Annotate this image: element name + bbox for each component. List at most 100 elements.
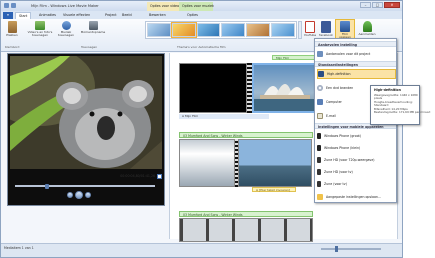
menu-item-label: Zune HD (voor 720p-weergave) <box>324 158 375 162</box>
phone-icon <box>317 133 321 139</box>
film-save-icon <box>340 21 350 32</box>
snapshot-label: Momentopname <box>80 30 106 34</box>
tab-project[interactable]: Project <box>105 12 117 19</box>
theme-thumbnail[interactable] <box>271 23 295 37</box>
menu-section-standard: Standaardinstellingen <box>315 61 396 67</box>
menu-item-label: Windows Phone (klein) <box>324 146 361 150</box>
caption-clip-placeholder[interactable]: A [Hier tekst invoeren] <box>252 187 296 192</box>
menu-item-label: Aangepaste instellingen opslaan... <box>326 195 381 199</box>
menu-item-label: Zune (voor tv) <box>324 182 347 186</box>
menu-item-label: High-definition <box>327 72 351 76</box>
youtube-icon <box>305 21 315 33</box>
video-preview-monitor[interactable] <box>7 53 165 206</box>
undo-quick-icon[interactable] <box>11 3 16 8</box>
context-tab-video-options[interactable]: Opties voor video <box>147 2 179 11</box>
theme-thumbnail[interactable] <box>221 23 246 37</box>
video-clip-row-3[interactable] <box>179 218 313 242</box>
add-music-label: Muziek toevoegen <box>58 30 74 38</box>
tab-view[interactable]: Beeld <box>122 12 132 19</box>
hd-icon <box>318 71 324 77</box>
add-videos-photos-button[interactable]: Video's en foto's toevoegen <box>27 21 53 38</box>
status-text: Mediaitem 1 van 1 <box>4 246 34 250</box>
video-clip-skyline[interactable] <box>238 139 312 187</box>
opera-house-thumbnail <box>254 84 322 111</box>
film-icon <box>317 51 323 57</box>
hd-tooltip: High-definition Weergavegrootte: 1440 x … <box>370 85 431 125</box>
theme-thumbnail[interactable] <box>170 22 197 38</box>
sign-in-button[interactable]: Aanmelden <box>357 21 377 36</box>
youtube-label: YouTube <box>303 33 317 37</box>
film-photo-icon <box>35 21 45 30</box>
previous-frame-button[interactable] <box>67 192 73 198</box>
next-frame-button[interactable] <box>85 192 91 198</box>
menu-item-label: Computer <box>326 100 342 104</box>
maximize-button[interactable]: □ <box>372 2 383 8</box>
play-button[interactable] <box>75 191 83 199</box>
tab-options[interactable]: Opties <box>187 12 198 19</box>
menu-item-zune-tv[interactable]: Zune (voor tv) <box>317 179 396 189</box>
fullscreen-icon[interactable] <box>157 174 162 179</box>
preview-frame <box>10 56 162 169</box>
group-label-add: Toevoegen <box>81 45 98 49</box>
context-tab-music-options[interactable]: Opties voor muziek <box>179 2 214 11</box>
minimize-button[interactable]: – <box>360 2 371 8</box>
music-track-2[interactable]: 03 Mumford And Sons - Winter Winds <box>179 211 313 217</box>
menu-item-zune-hd-720p[interactable]: Zune HD (voor 720p-weergave) <box>317 155 396 165</box>
tab-start[interactable]: Start <box>15 12 32 19</box>
quick-access-toolbar[interactable] <box>4 3 24 9</box>
theme-thumbnail[interactable] <box>246 23 271 37</box>
menu-item-recommended[interactable]: Aanbevolen voor dit project <box>317 49 396 59</box>
theme-thumbnail[interactable] <box>147 23 171 37</box>
facebook-icon <box>321 21 331 33</box>
youtube-button[interactable]: YouTube <box>303 21 317 37</box>
tab-animations[interactable]: Animaties <box>39 12 56 19</box>
user-icon <box>362 21 372 32</box>
title-clip[interactable] <box>179 63 247 113</box>
tab-visual-effects[interactable]: Visuele effecten <box>63 12 90 19</box>
title-clip-label[interactable]: A Mijn Film <box>179 114 269 119</box>
title-bar: Mijn Film - Windows Live Movie Maker Opt… <box>1 1 402 11</box>
facebook-button[interactable]: facebook <box>319 21 333 37</box>
tooltip-line: Bestandsgrootte: 171,69 MB per minuut <box>374 110 431 115</box>
app-window: Mijn Film - Windows Live Movie Maker Opt… <box>0 0 403 258</box>
status-bar: Mediaitem 1 van 1 <box>1 243 402 257</box>
storyboard-scrollbar[interactable] <box>397 53 402 239</box>
menu-item-label: E-mail <box>326 114 336 118</box>
close-button[interactable]: ✕ <box>384 2 400 8</box>
music-note-icon <box>61 21 71 30</box>
caption-clip-label[interactable]: Mijn Film <box>272 55 316 60</box>
automovie-theme-gallery[interactable] <box>145 21 297 39</box>
menu-item-zune-hd-tv[interactable]: Zune HD (voor tv) <box>317 167 396 177</box>
save-quick-icon[interactable] <box>4 3 9 8</box>
add-videos-photos-label: Video's en foto's toevoegen <box>27 30 53 38</box>
ribbon-tabs: ▾ Start Animaties Visuele effecten Proje… <box>1 11 402 19</box>
zoom-slider[interactable] <box>321 246 381 252</box>
settings-icon <box>317 194 323 200</box>
zoom-handle[interactable] <box>335 246 338 252</box>
seek-bar[interactable] <box>15 183 155 189</box>
group-label-themes: Thema's voor Automatische film <box>177 45 226 49</box>
menu-item-windows-phone-small[interactable]: Windows Phone (klein) <box>317 143 396 153</box>
music-track-1[interactable]: 03 Mumford And Sons - Winter Winds <box>179 132 313 138</box>
menu-item-windows-phone-large[interactable]: Windows Phone (groot) <box>317 131 396 141</box>
email-icon <box>317 113 323 119</box>
time-readout: 00:00:04,80/01:41,26 <box>120 174 155 178</box>
menu-item-custom-settings[interactable]: Aangepaste instellingen opslaan... <box>317 192 396 202</box>
gallery-scroll[interactable] <box>298 21 302 39</box>
file-menu-button[interactable]: ▾ <box>3 12 13 19</box>
menu-item-high-definition[interactable]: High-definition <box>317 69 396 79</box>
computer-icon <box>317 99 323 105</box>
add-music-button[interactable]: Muziek toevoegen <box>55 21 77 38</box>
menu-section-recommended: Aanbevolen instelling <box>315 41 396 47</box>
window-controls: – □ ✕ <box>360 2 400 8</box>
video-clip-opera-closeup[interactable] <box>179 139 235 187</box>
menu-item-label: Windows Phone (groot) <box>324 134 362 138</box>
paste-button[interactable]: Plakken <box>3 21 21 37</box>
seek-handle[interactable] <box>45 183 49 189</box>
window-title: Mijn Film - Windows Live Movie Maker <box>31 4 99 8</box>
menu-item-label: Een dvd branden <box>326 86 354 90</box>
tab-edit[interactable]: Bewerken <box>149 12 166 19</box>
paste-label: Plakken <box>6 33 18 37</box>
theme-thumbnail[interactable] <box>196 23 221 37</box>
snapshot-button[interactable]: Momentopname <box>80 21 106 34</box>
